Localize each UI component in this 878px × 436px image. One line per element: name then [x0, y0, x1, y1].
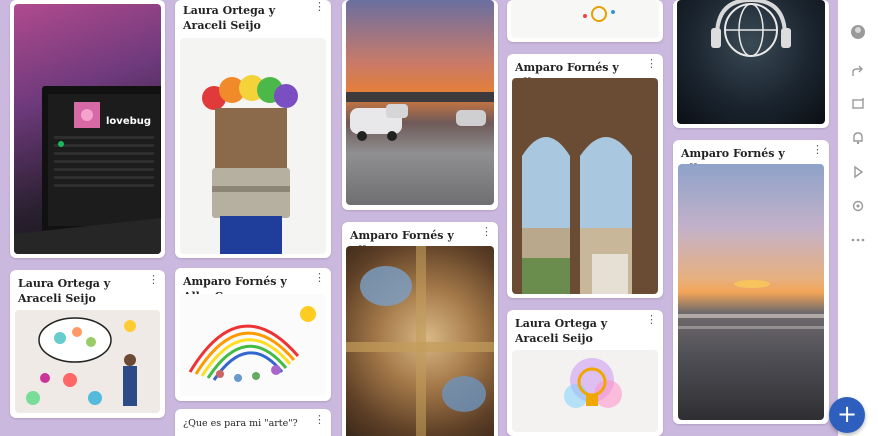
post-card-lightbulb-small[interactable] — [507, 0, 663, 42]
rainbow-drawing-image — [180, 294, 326, 396]
post-menu-icon[interactable]: ⋮ — [148, 274, 159, 285]
post-menu-icon[interactable]: ⋮ — [481, 226, 492, 237]
post-card-brush[interactable]: Laura Ortega y Araceli Seijo ⋮ — [175, 0, 331, 258]
post-card-laura-araceli[interactable]: Laura Ortega y Araceli Seijo ⋮ — [10, 270, 165, 418]
post-card-amparo-alba[interactable]: Amparo Fornés y Alba Caro ⋮ — [175, 268, 331, 401]
ceiling-illustration — [346, 246, 494, 436]
post-card-sunset-parking[interactable] — [342, 0, 498, 210]
share-icon[interactable] — [850, 64, 866, 80]
post-card-amparo-alba[interactable]: Amparo Fornés y Alba Caro ⋮ — [507, 54, 663, 298]
laptop-screen-text: lovebug — [106, 116, 152, 127]
play-icon[interactable] — [850, 164, 866, 180]
paintbrush-illustration — [202, 75, 298, 254]
lightbulb-mini — [583, 6, 615, 22]
post-menu-icon[interactable]: ⋮ — [812, 144, 823, 155]
side-toolbar — [838, 0, 878, 436]
baroque-ceiling-image — [346, 246, 494, 436]
post-card-amparo-alba[interactable]: Amparo Fornés y Alba Caro ⋮ — [673, 140, 829, 424]
globe-headphones-image — [677, 0, 825, 124]
post-card-que-es-arte[interactable]: ¿Que es para mi "arte"? ⋮ — [175, 409, 331, 436]
parking-illustration — [346, 92, 494, 141]
post-title: Laura Ortega y Araceli Seijo — [183, 4, 276, 32]
mural-illustration — [26, 317, 137, 406]
settings-icon[interactable] — [850, 198, 866, 214]
rainbow-mural-image — [15, 310, 160, 413]
padlet-board: lovebug Laura Ortega y Araceli Seijo ⋮ L… — [0, 0, 838, 436]
post-title: Laura Ortega y Araceli Seijo — [515, 317, 608, 345]
alhambra-window-image — [512, 78, 658, 294]
avatar-icon[interactable] — [850, 24, 866, 40]
post-menu-icon[interactable]: ⋮ — [646, 58, 657, 69]
more-icon[interactable] — [850, 232, 866, 248]
post-card-laura-araceli[interactable]: Laura Ortega y Araceli Seijo ⋮ — [507, 310, 663, 436]
lightbulb-splash-image — [512, 350, 658, 432]
add-post-button[interactable]: + — [829, 397, 865, 433]
post-card-globe[interactable] — [673, 0, 829, 128]
bell-icon[interactable] — [850, 130, 866, 146]
globe-illustration — [711, 0, 791, 57]
post-menu-icon[interactable]: ⋮ — [646, 314, 657, 325]
post-menu-icon[interactable]: ⋮ — [314, 1, 325, 12]
alhambra-illustration — [522, 137, 632, 294]
laptop-spotify-image: lovebug — [14, 4, 161, 254]
post-card-laptop[interactable]: lovebug — [10, 0, 165, 258]
post-card-amparo-alba[interactable]: Amparo Fornés y Alba Caro ⋮ — [342, 222, 498, 436]
sunset-parking-image — [346, 0, 494, 205]
laptop-illustration — [14, 86, 161, 254]
lightbulb-sketch-image — [511, 0, 659, 38]
rainbow-drawing — [188, 306, 316, 382]
beach-sunset-image — [678, 164, 824, 420]
paintbrush-image — [180, 38, 326, 254]
post-title: ¿Que es para mi "arte"? — [183, 418, 298, 429]
lightbulb-illustration — [564, 358, 622, 408]
post-menu-icon[interactable]: ⋮ — [314, 272, 325, 283]
remix-icon[interactable] — [850, 96, 866, 112]
beach-illustration — [678, 280, 824, 329]
post-menu-icon[interactable]: ⋮ — [314, 414, 325, 425]
post-title: Laura Ortega y Araceli Seijo — [18, 277, 111, 305]
